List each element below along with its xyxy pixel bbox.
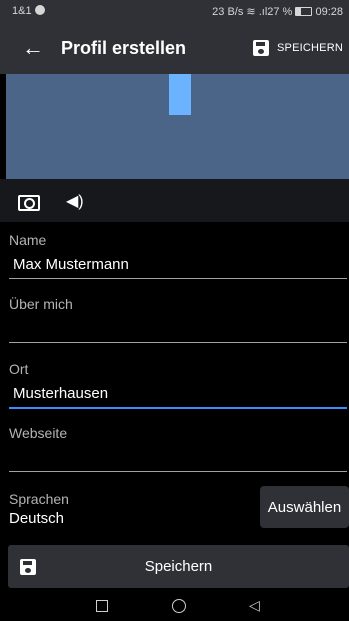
system-nav-bar: ◁ [0,591,349,621]
carrier: 1&1 [12,5,45,17]
camera-icon[interactable] [18,195,40,211]
about-input[interactable] [9,320,347,337]
city-underline [9,407,347,409]
name-label: Name [9,232,47,248]
back-icon[interactable]: ◁ [249,597,260,614]
battery-icon [295,7,313,16]
choose-language-button[interactable]: Auswählen [260,486,349,528]
website-label: Webseite [9,425,68,441]
home-icon[interactable] [172,599,186,613]
about-underline [9,342,347,343]
save-icon [253,40,270,56]
clock: 09:28 [315,6,343,18]
save-button[interactable]: Speichern [8,545,349,588]
website-underline [9,471,347,472]
cover-image[interactable] [6,74,349,179]
name-underline [9,278,347,279]
website-field[interactable]: Webseite [9,425,347,472]
save-button-label: Speichern [144,558,213,575]
battery-percent: 27 % [267,6,293,18]
city-label: Ort [9,361,29,377]
media-toolbar: ◀) [0,179,349,222]
website-input[interactable] [9,449,347,466]
about-field[interactable]: Über mich [9,296,347,343]
save-button-top[interactable]: SPEICHERN [253,40,343,56]
city-input[interactable]: Musterhausen [9,385,347,402]
page-title: Profil erstellen [61,38,187,58]
status-bar: 1&1 23 B/s ≋ .ıl27 % 09:28 [0,0,349,24]
wifi-icon: ≋ [246,6,256,18]
signal-icon: .ıl [258,6,268,18]
recent-apps-icon[interactable] [96,600,108,612]
languages-value: Deutsch [9,510,65,527]
app-bar: ← Profil erstellen SPEICHERN [0,24,349,74]
name-input[interactable]: Max Mustermann [9,256,347,273]
sync-icon [34,5,45,15]
status-right: 23 B/s ≋ .ıl27 % 09:28 [212,5,343,18]
cover-bar [169,74,191,115]
save-label: SPEICHERN [277,42,343,54]
name-field[interactable]: Name Max Mustermann [9,232,347,279]
about-label: Über mich [9,296,73,312]
back-arrow-icon[interactable]: ← [22,35,44,61]
city-field[interactable]: Ort Musterhausen [9,361,347,409]
speaker-icon[interactable]: ◀) [66,191,84,211]
languages-label: Sprachen [9,491,69,507]
network-speed: 23 B/s [212,6,244,18]
